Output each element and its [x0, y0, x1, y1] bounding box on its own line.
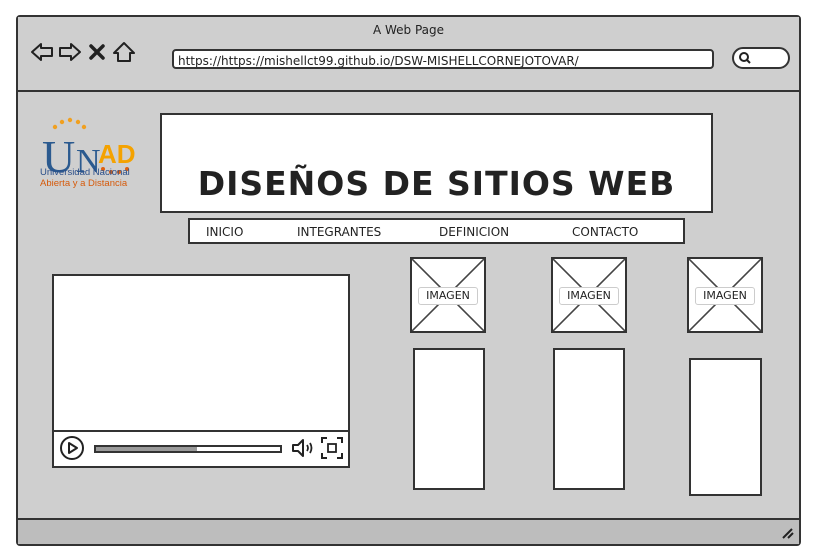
menu-item-definicion[interactable]: DEFINICION: [439, 225, 509, 239]
status-bar: [18, 518, 799, 544]
logo-line-2: Abierta y a Distancia: [40, 178, 128, 189]
play-icon[interactable]: [59, 435, 85, 461]
browser-window: A Web Page https://https://mishellct99.g…: [16, 15, 801, 546]
content-card-1: [413, 348, 485, 490]
image-placeholder-1: IMAGEN: [410, 257, 486, 333]
window-title: A Web Page: [372, 23, 445, 37]
video-progress-bar[interactable]: [94, 445, 282, 453]
header-banner: DISEÑOS DE SITIOS WEB: [160, 113, 713, 213]
address-bar[interactable]: https://https://mishellct99.github.io/DS…: [172, 49, 714, 69]
content-card-3: [689, 358, 762, 496]
image-label: IMAGEN: [695, 287, 755, 305]
logo-line-1: Universidad Nacional: [40, 167, 130, 178]
volume-icon[interactable]: [290, 437, 316, 459]
image-label: IMAGEN: [559, 287, 619, 305]
resize-grip-icon[interactable]: [779, 525, 795, 539]
logo-caption: Universidad Nacional Abierta y a Distanc…: [40, 167, 130, 189]
nav-menu: INICIO INTEGRANTES DEFINICION CONTACTO: [188, 218, 685, 244]
fullscreen-icon[interactable]: [320, 436, 344, 460]
svg-text:AD: AD: [98, 139, 136, 169]
page-content: U N AD Universidad Nacional Abierta y a …: [18, 92, 799, 518]
forward-icon[interactable]: [58, 41, 82, 63]
video-progress-fill: [96, 447, 198, 451]
browser-titlebar: A Web Page https://https://mishellct99.g…: [18, 17, 799, 92]
menu-item-integrantes[interactable]: INTEGRANTES: [297, 225, 381, 239]
content-card-2: [553, 348, 625, 490]
video-player[interactable]: [52, 274, 350, 468]
image-placeholder-2: IMAGEN: [551, 257, 627, 333]
video-controls: [54, 430, 348, 466]
back-icon[interactable]: [30, 41, 54, 63]
image-placeholder-3: IMAGEN: [687, 257, 763, 333]
stop-icon[interactable]: [88, 41, 106, 63]
menu-item-inicio[interactable]: INICIO: [206, 225, 243, 239]
image-label: IMAGEN: [418, 287, 478, 305]
menu-item-contacto[interactable]: CONTACTO: [572, 225, 638, 239]
search-box[interactable]: [732, 47, 790, 69]
home-icon[interactable]: [112, 41, 136, 63]
search-icon: [739, 52, 751, 64]
page-title: DISEÑOS DE SITIOS WEB: [197, 164, 676, 203]
